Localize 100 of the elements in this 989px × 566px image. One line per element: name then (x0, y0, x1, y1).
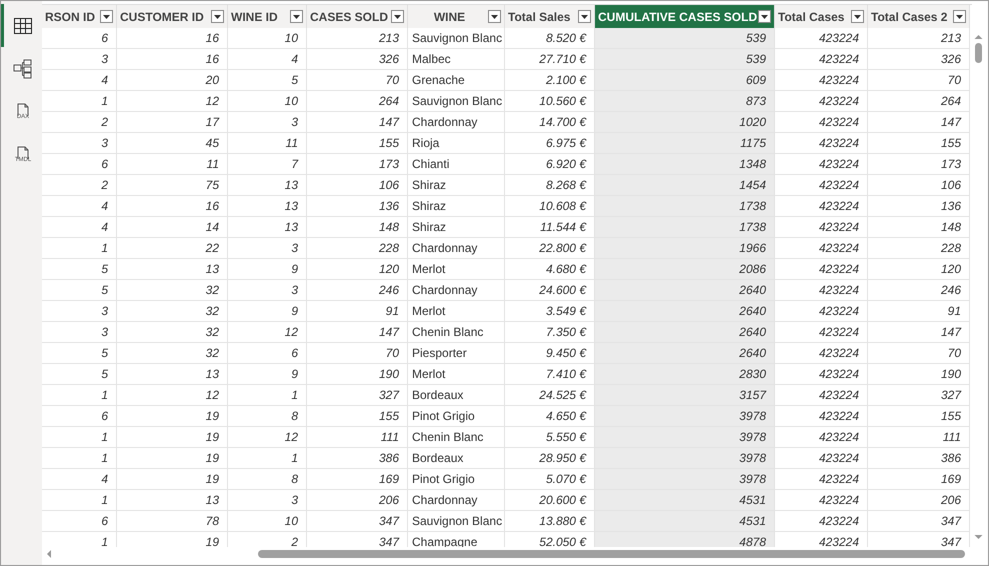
table-cell: 12 (228, 427, 307, 448)
table-cell: 326 (307, 49, 408, 70)
column-header[interactable]: Total Sales (505, 5, 595, 28)
table-cell: Shiraz (408, 196, 505, 217)
table-cell: 106 (307, 175, 408, 196)
table-cell: 9 (228, 259, 307, 280)
table-cell: 2830 (595, 364, 775, 385)
table-cell: 1454 (595, 175, 775, 196)
table-cell: Chardonnay (408, 280, 505, 301)
column-header[interactable]: WINE ID (228, 5, 307, 28)
table-cell: 326 (868, 49, 970, 70)
table-cell: 213 (868, 28, 970, 49)
filter-dropdown-icon[interactable] (391, 10, 404, 23)
table-cell: 3 (42, 49, 117, 70)
filter-dropdown-icon[interactable] (758, 10, 771, 23)
table-cell: 347 (868, 511, 970, 532)
column-header[interactable]: WINE (408, 5, 505, 28)
table-cell: 11 (117, 154, 228, 175)
table-cell: 228 (307, 238, 408, 259)
table-cell: 13 (117, 259, 228, 280)
table-cell: 155 (307, 406, 408, 427)
table-cell: 11 (228, 133, 307, 154)
table-cell: 6 (42, 511, 117, 532)
table-cell: 120 (868, 259, 970, 280)
table-cell: 4531 (595, 490, 775, 511)
table-cell: 3 (42, 322, 117, 343)
table-cell: 78 (117, 511, 228, 532)
table-cell: 1175 (595, 133, 775, 154)
table-cell: 423224 (775, 385, 868, 406)
filter-dropdown-icon[interactable] (953, 10, 966, 23)
table-cell: 539 (595, 49, 775, 70)
table-cell: 423224 (775, 343, 868, 364)
table-cell: 2 (42, 175, 117, 196)
table-cell: 1 (42, 238, 117, 259)
table-cell: 2640 (595, 322, 775, 343)
table-cell: Merlot (408, 259, 505, 280)
table-cell: 423224 (775, 259, 868, 280)
table-cell: 264 (868, 91, 970, 112)
column-header[interactable]: CASES SOLD (307, 5, 408, 28)
table-icon (14, 18, 32, 34)
table-cell: 423224 (775, 427, 868, 448)
table-cell: 155 (868, 406, 970, 427)
column-header[interactable]: Total Cases (775, 5, 868, 28)
table-cell: 5 (42, 259, 117, 280)
table-cell: Bordeaux (408, 385, 505, 406)
table-cell: 3 (42, 301, 117, 322)
table-cell: 10 (228, 511, 307, 532)
table-cell: 16 (117, 196, 228, 217)
table-cell: Chenin Blanc (408, 322, 505, 343)
table-cell: 9 (228, 301, 307, 322)
table-cell: 2640 (595, 343, 775, 364)
table-cell: 1966 (595, 238, 775, 259)
table-cell: 327 (868, 385, 970, 406)
table-cell: 19 (117, 427, 228, 448)
table-cell: 13 (117, 490, 228, 511)
table-cell: 12 (228, 322, 307, 343)
table-cell: 609 (595, 70, 775, 91)
filter-dropdown-icon[interactable] (211, 10, 224, 23)
table-cell: 16 (117, 28, 228, 49)
table-cell: 5 (42, 343, 117, 364)
table-cell: Chianti (408, 154, 505, 175)
table-cell: 6 (42, 406, 117, 427)
table-cell: 16 (117, 49, 228, 70)
table-cell: 423224 (775, 469, 868, 490)
filter-dropdown-icon[interactable] (100, 10, 113, 23)
table-cell: 70 (868, 343, 970, 364)
table-cell: 14 (117, 217, 228, 238)
table-cell: 1020 (595, 112, 775, 133)
filter-dropdown-icon[interactable] (488, 10, 501, 23)
column-header[interactable]: Total Cases 2 (868, 5, 970, 28)
table-cell: 148 (307, 217, 408, 238)
table-cell: 1348 (595, 154, 775, 175)
table-cell: 13 (228, 175, 307, 196)
table-cell: 120 (307, 259, 408, 280)
table-cell: 19 (117, 448, 228, 469)
column-header[interactable]: CUSTOMER ID (117, 5, 228, 28)
table-cell: 45 (117, 133, 228, 154)
table-cell: Grenache (408, 70, 505, 91)
table-cell: Chardonnay (408, 238, 505, 259)
table-cell: 423224 (775, 511, 868, 532)
filter-dropdown-icon[interactable] (851, 10, 864, 23)
table-cell: 6 (42, 154, 117, 175)
table-cell: 423224 (775, 175, 868, 196)
table-cell: 136 (307, 196, 408, 217)
table-cell: 2 (42, 112, 117, 133)
filter-dropdown-icon[interactable] (578, 10, 591, 23)
table-cell: 111 (868, 427, 970, 448)
table-cell: 155 (868, 133, 970, 154)
table-cell: 3978 (595, 448, 775, 469)
column-header[interactable]: RSON ID (42, 5, 117, 28)
table-cell: 3157 (595, 385, 775, 406)
table-cell: 155 (307, 133, 408, 154)
table-cell: 423224 (775, 238, 868, 259)
filter-dropdown-icon[interactable] (290, 10, 303, 23)
table-cell: 264 (307, 91, 408, 112)
table-cell: 3978 (595, 406, 775, 427)
table-cell: 70 (307, 70, 408, 91)
column-header[interactable]: CUMULATIVE CASES SOLD (595, 5, 775, 28)
table-cell: 2640 (595, 301, 775, 322)
table-cell: 1 (228, 385, 307, 406)
